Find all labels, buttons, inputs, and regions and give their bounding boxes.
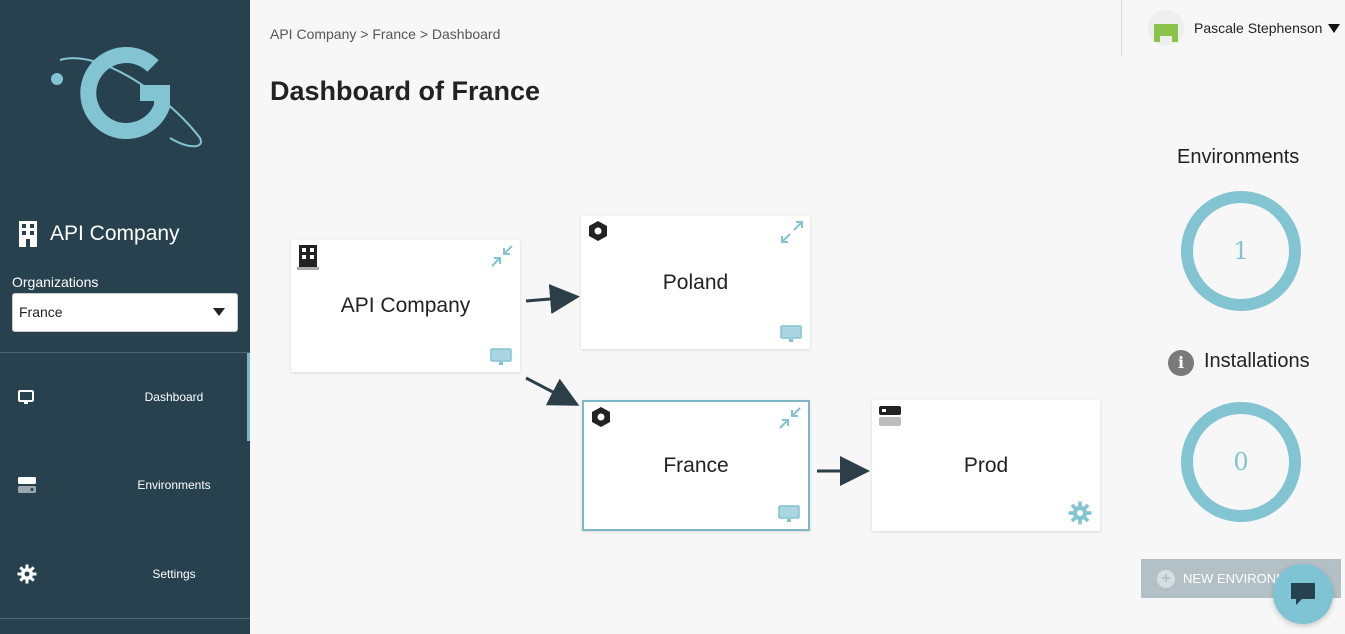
company-header: API Company [18,220,180,248]
chat-button[interactable] [1273,564,1333,624]
connector-company-poland [525,284,580,314]
plus-icon: + [1157,569,1175,588]
expand-icon[interactable] [780,220,804,244]
node-company[interactable]: API Company [291,240,520,372]
organizations-label: Organizations [12,274,99,290]
nav-item-environments[interactable]: Environments [0,441,250,529]
info-icon[interactable]: i [1168,350,1194,376]
environments-title: Environments [1177,146,1300,168]
node-label: France [663,453,729,477]
installations-count-ring: 0 [1181,402,1301,522]
monitor-icon[interactable] [780,325,802,343]
node-label: API Company [340,294,471,317]
user-menu[interactable]: Pascale Stephenson [1148,10,1322,46]
nav-item-dashboard[interactable]: Dashboard [0,353,250,441]
divider [1121,0,1122,56]
monitor-icon[interactable] [778,505,800,523]
avatar [1148,10,1184,46]
monitor-icon[interactable] [490,348,512,366]
connector-company-france [525,376,580,406]
nav-label-dashboard: Dashboard [144,390,204,404]
chat-bubble-icon [1291,583,1315,605]
caret-down-icon [213,308,225,316]
page-title: Dashboard of France [270,76,541,106]
nav-label-settings: Settings [152,567,196,581]
nav-item-settings[interactable]: Settings [0,530,250,618]
environments-count: 1 [1233,237,1249,265]
environments-count-ring: 1 [1181,191,1301,311]
collapse-icon[interactable] [490,244,514,268]
breadcrumb-separator: > [419,26,428,42]
monitor-icon [18,390,34,404]
node-label: Prod [963,453,1009,477]
breadcrumb-item-company[interactable]: API Company [270,26,356,42]
nav-label-environments: Environments [137,478,211,492]
sidebar: API Company Organizations France Dashboa… [0,0,250,634]
server-icon [18,477,36,493]
gear-icon [17,564,37,584]
breadcrumb-item-organization[interactable]: France [372,26,416,42]
organization-hexagon-icon [592,407,610,427]
installations-title: Installations [1204,350,1310,372]
breadcrumb-item-page: Dashboard [431,26,501,42]
node-label: Poland [662,270,729,294]
organization-select[interactable]: France [12,293,238,332]
organization-hexagon-icon [589,221,607,241]
breadcrumb: API Company > France > Dashboard [270,26,500,42]
breadcrumb-separator: > [360,26,369,42]
server-icon [879,406,901,426]
organization-select-value: France [19,304,63,320]
node-france[interactable]: France [582,400,810,531]
divider [0,618,250,619]
building-icon [297,245,319,270]
gear-icon[interactable] [1068,501,1092,525]
user-name: Pascale Stephenson [1194,20,1323,36]
installations-count: 0 [1233,448,1249,476]
node-prod[interactable]: Prod [872,400,1100,531]
caret-down-icon[interactable] [1328,24,1340,33]
hierarchy-diagram: API Company Poland France Prod [250,130,1120,570]
company-logo [51,47,202,148]
collapse-icon[interactable] [778,406,802,430]
building-icon [19,221,37,247]
node-poland[interactable]: Poland [581,216,810,349]
company-name: API Company [50,222,180,245]
